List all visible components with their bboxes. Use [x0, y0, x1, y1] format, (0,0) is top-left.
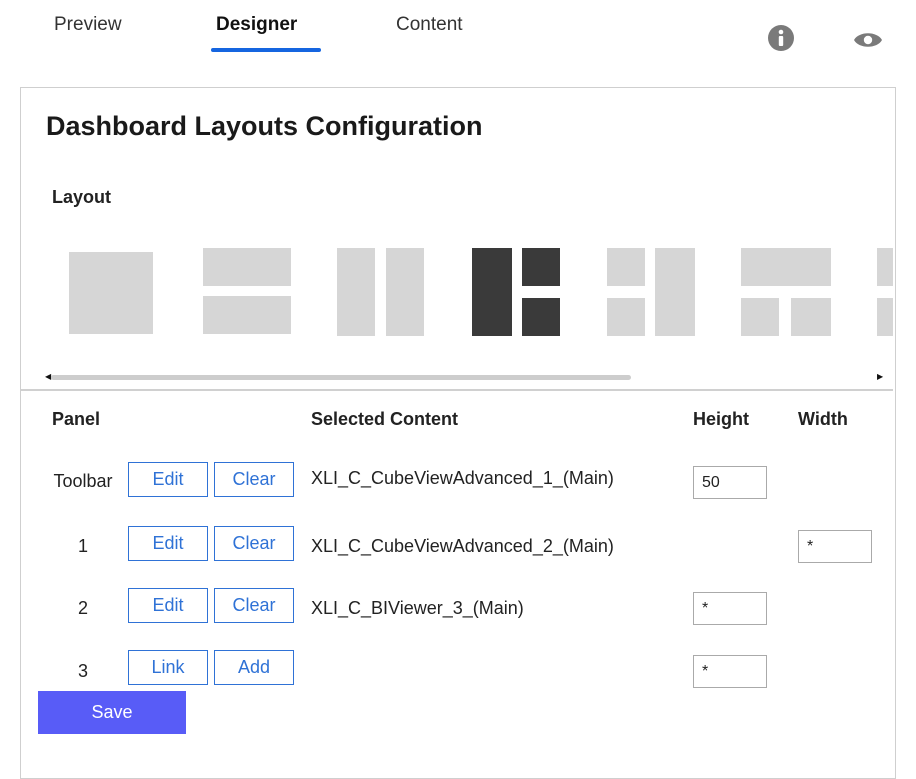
layout-config-panel: Dashboard Layouts Configuration Layout ◀…: [20, 87, 896, 779]
layout-horizontal-scrollbar[interactable]: ◀ ▶: [37, 370, 887, 384]
scrollbar-thumb[interactable]: [51, 375, 631, 380]
clear-button[interactable]: Clear: [214, 462, 294, 497]
selected-content-name: XLI_C_CubeViewAdvanced_1_(Main): [311, 468, 614, 488]
active-tab-indicator: [211, 48, 321, 52]
edit-button[interactable]: Edit: [128, 526, 208, 561]
info-icon[interactable]: [767, 24, 795, 52]
column-header-width: Width: [798, 409, 848, 429]
layout-option-two-rows[interactable]: [203, 248, 291, 336]
panel-label: 1: [77, 536, 88, 556]
layout-option-left-two-rows-right-column[interactable]: [607, 248, 695, 336]
layout-option-single[interactable]: [69, 248, 155, 336]
tab-designer[interactable]: Designer: [216, 14, 297, 36]
layout-section-label: Layout: [52, 187, 112, 207]
scroll-right-arrow-icon[interactable]: ▶: [877, 372, 883, 381]
section-divider: [21, 389, 893, 391]
width-input[interactable]: [798, 530, 872, 563]
selected-content-name: XLI_C_CubeViewAdvanced_2_(Main): [311, 536, 614, 556]
layout-option-top-row-bottom-two-columns[interactable]: [741, 248, 831, 336]
layout-option-two-columns[interactable]: [337, 248, 424, 336]
link-button[interactable]: Link: [128, 650, 208, 685]
panel-label: 3: [77, 661, 88, 681]
layout-option-left-column-right-two-rows[interactable]: [472, 248, 560, 336]
add-button[interactable]: Add: [214, 650, 294, 685]
layout-option-partial[interactable]: [877, 248, 893, 336]
height-input[interactable]: [693, 466, 767, 499]
page-title: Dashboard Layouts Configuration: [46, 111, 483, 141]
layout-thumbnail-strip: [21, 238, 893, 348]
height-input[interactable]: [693, 592, 767, 625]
column-header-panel: Panel: [52, 409, 101, 429]
column-header-selected-content: Selected Content: [311, 409, 459, 429]
tab-preview[interactable]: Preview: [54, 14, 122, 36]
panel-label: 2: [77, 598, 88, 618]
tab-bar: Preview Designer Content: [0, 0, 916, 60]
save-button[interactable]: Save: [38, 691, 186, 734]
clear-button[interactable]: Clear: [214, 526, 294, 561]
clear-button[interactable]: Clear: [214, 588, 294, 623]
height-input[interactable]: [693, 655, 767, 688]
edit-button[interactable]: Edit: [128, 462, 208, 497]
panel-label: Toolbar: [53, 471, 113, 491]
selected-content-name: XLI_C_BIViewer_3_(Main): [311, 598, 524, 618]
tab-content[interactable]: Content: [396, 14, 463, 36]
column-header-height: Height: [693, 409, 749, 429]
edit-button[interactable]: Edit: [128, 588, 208, 623]
eye-icon[interactable]: [853, 30, 883, 50]
